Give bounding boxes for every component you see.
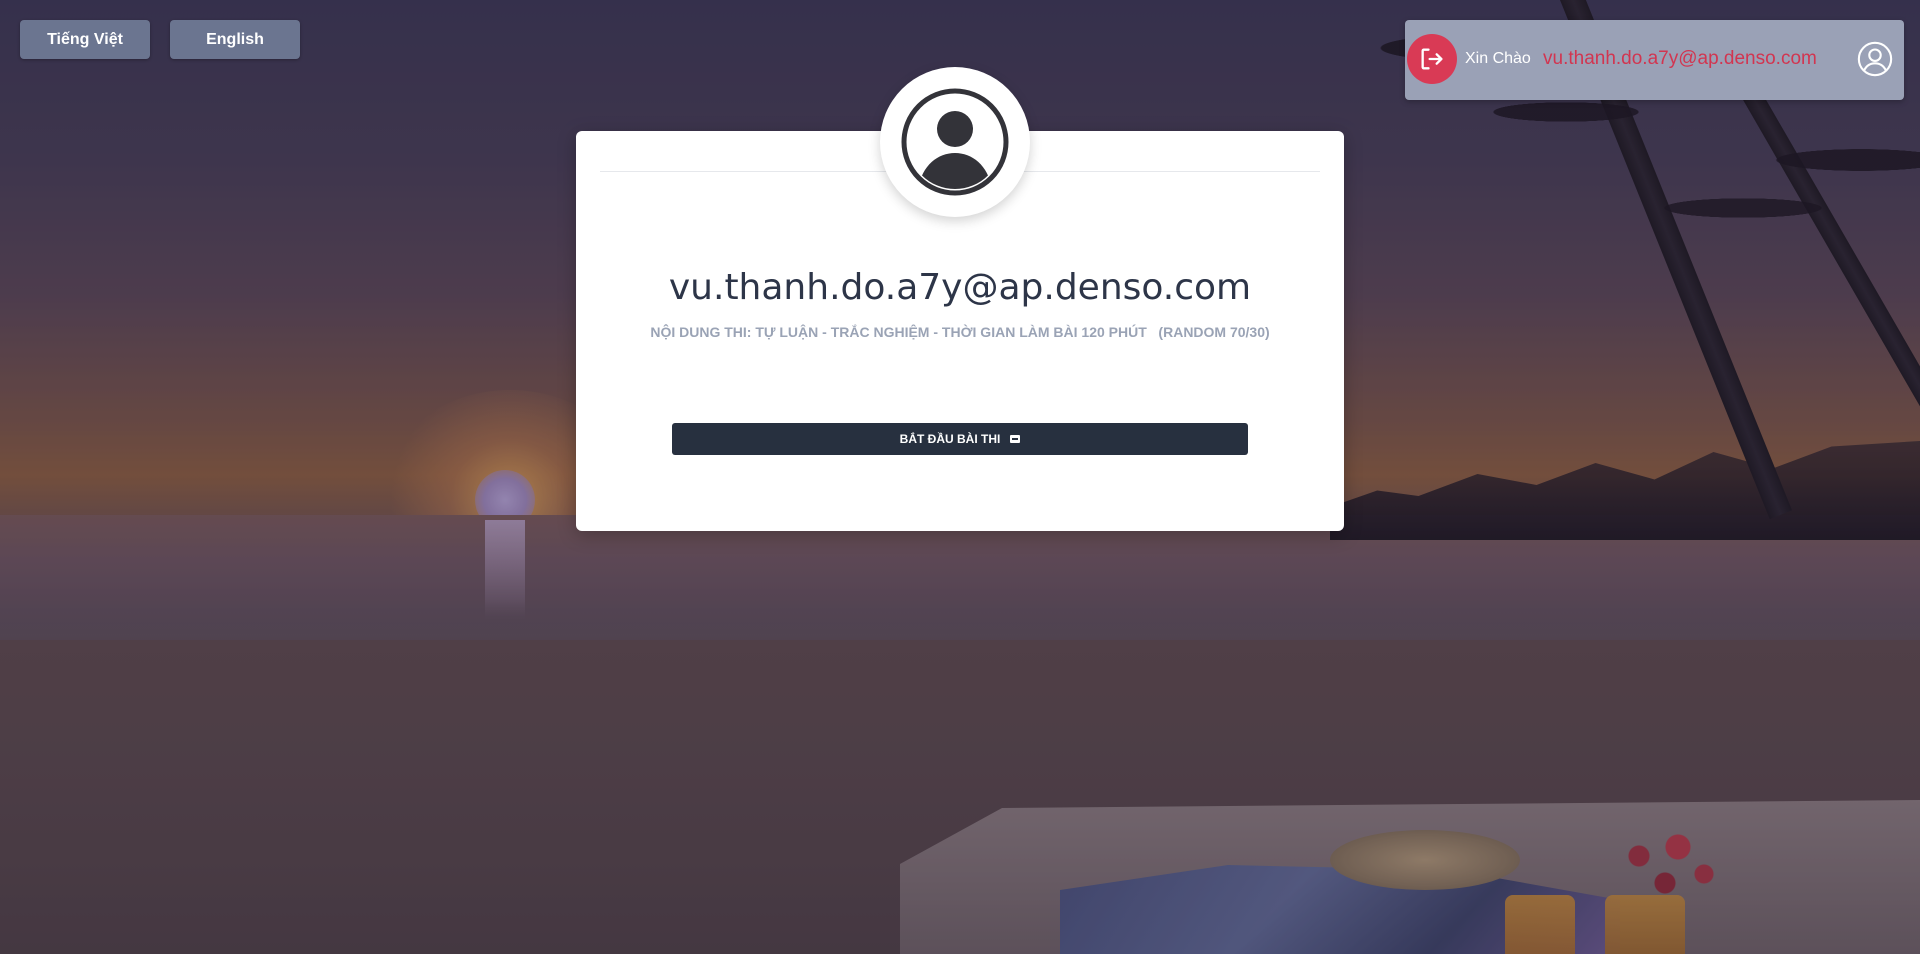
greeting-text: Xin Chào <box>1465 50 1531 67</box>
keyboard-icon <box>1010 435 1021 443</box>
start-exam-label: BẮT ĐẦU BÀI THI <box>899 432 1001 446</box>
user-email: vu.thanh.do.a7y@ap.denso.com <box>1543 48 1817 69</box>
exam-card: vu.thanh.do.a7y@ap.denso.com NỘI DUNG TH… <box>576 67 1344 531</box>
logout-button[interactable] <box>1407 34 1457 84</box>
user-avatar-icon <box>901 88 1009 196</box>
language-vietnamese-button[interactable]: Tiếng Việt <box>20 20 150 59</box>
avatar <box>880 67 1030 217</box>
language-english-button[interactable]: English <box>170 20 300 59</box>
logout-icon <box>1421 48 1443 70</box>
exam-description: NỘI DUNG THI: TỰ LUẬN - TRẮC NGHIỆM - TH… <box>650 324 1270 340</box>
user-circle-icon[interactable] <box>1856 40 1894 78</box>
card-title-email: vu.thanh.do.a7y@ap.denso.com <box>668 267 1252 308</box>
start-exam-button[interactable]: BẮT ĐẦU BÀI THI <box>672 423 1248 455</box>
user-panel: Xin Chào vu.thanh.do.a7y@ap.denso.com <box>1405 20 1904 100</box>
